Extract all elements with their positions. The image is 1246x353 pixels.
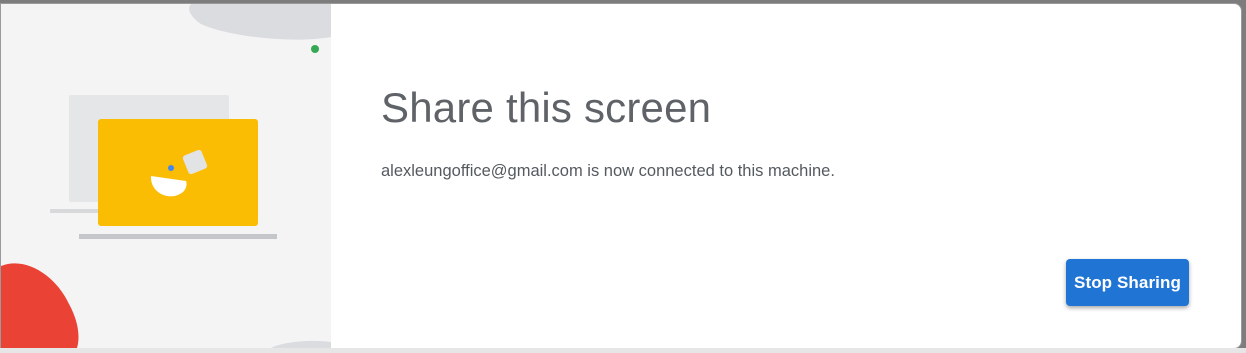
decorative-blob-top	[189, 4, 331, 40]
laptop-share-illustration	[1, 4, 331, 348]
status-dot-icon	[311, 45, 319, 53]
dialog-content: Share this screen alexleungoffice@gmail.…	[381, 4, 1241, 348]
blue-dot-icon	[168, 165, 174, 171]
decorative-blob-red	[1, 263, 79, 348]
stop-sharing-button[interactable]: Stop Sharing	[1066, 259, 1189, 306]
laptop-base	[79, 234, 277, 239]
connection-message: alexleungoffice@gmail.com is now connect…	[381, 162, 835, 180]
laptop-screen	[98, 119, 258, 226]
window-bottom-edge	[0, 348, 1246, 353]
decorative-blob-bottom	[271, 340, 331, 348]
illustration-panel	[1, 4, 331, 348]
share-screen-dialog: Share this screen alexleungoffice@gmail.…	[0, 3, 1242, 349]
dialog-title: Share this screen	[381, 84, 712, 131]
